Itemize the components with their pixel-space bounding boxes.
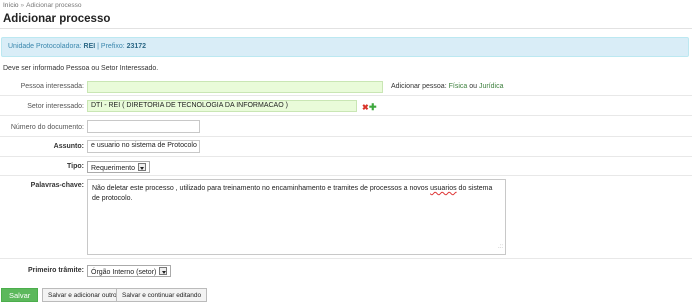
- pessoa-input[interactable]: [87, 81, 383, 93]
- row-tramite: Primeiro trâmite: Órgão Interno (setor): [0, 262, 692, 280]
- info-divider: |: [97, 43, 99, 50]
- chevron-down-icon: [137, 163, 146, 171]
- palavras-text-misspelled: usuarios: [430, 185, 457, 192]
- add-pessoa-fisica-link[interactable]: Física: [449, 83, 468, 90]
- palavras-textarea[interactable]: Não deletar este processo , utilizado pa…: [87, 179, 506, 255]
- row-pessoa: Pessoa interessada: Adicionar pessoa: Fí…: [0, 78, 692, 96]
- add-pessoa-juridica-link[interactable]: Jurídica: [479, 83, 504, 90]
- tipo-selected-value: Requerimento: [91, 165, 135, 172]
- pessoa-label: Pessoa interessada:: [20, 83, 84, 90]
- prefix-label: Prefixo:: [100, 43, 125, 50]
- row-assunto: Assunto: e usuario no sistema de Protoco…: [0, 138, 692, 157]
- setor-input[interactable]: DTI - REI ( DIRETORIA DE TECNOLOGIA DA I…: [87, 100, 357, 112]
- documento-label: Número do documento:: [10, 124, 84, 131]
- info-box: Unidade Protocoladora: REI | Prefixo: 23…: [1, 37, 689, 57]
- add-pessoa: Adicionar pessoa: Física ou Jurídica: [391, 83, 504, 90]
- page-title: Adicionar processo: [3, 13, 111, 25]
- tipo-label: Tipo:: [67, 163, 84, 170]
- assunto-label: Assunto:: [53, 143, 84, 150]
- unit-value: REI: [83, 43, 96, 50]
- prefix-value: 23172: [126, 43, 147, 50]
- documento-input[interactable]: [87, 120, 200, 133]
- breadcrumb-current: Adicionar processo: [26, 2, 82, 9]
- save-add-button[interactable]: Salvar e adicionar outro: [42, 288, 123, 302]
- tramite-label: Primeiro trâmite:: [27, 267, 84, 274]
- title-divider: [0, 28, 692, 29]
- add-pessoa-or: ou: [469, 83, 478, 90]
- assunto-input[interactable]: e usuario no sistema de Protocolo: [87, 140, 200, 153]
- breadcrumb-home-link[interactable]: Início: [3, 2, 19, 9]
- breadcrumb: Início» Adicionar processo: [3, 2, 81, 9]
- add-plus-icon[interactable]: ✚: [369, 103, 377, 112]
- save-button[interactable]: Salvar: [1, 288, 39, 302]
- row-setor: Setor interessado: DTI - REI ( DIRETORIA…: [0, 97, 692, 116]
- breadcrumb-separator: »: [20, 2, 25, 9]
- setor-label: Setor interessado:: [27, 103, 84, 110]
- row-tipo: Tipo: Requerimento: [0, 158, 692, 176]
- remove-x-icon[interactable]: ✖: [362, 104, 369, 112]
- palavras-label: Palavras-chave:: [30, 182, 84, 189]
- resize-grip-icon[interactable]: .::: [498, 242, 503, 252]
- tramite-select[interactable]: Órgão Interno (setor): [87, 265, 172, 277]
- chevron-down-icon: [159, 267, 168, 275]
- unit-label: Unidade Protocoladora:: [8, 43, 82, 50]
- save-continue-button[interactable]: Salvar e continuar editando: [116, 288, 208, 302]
- row-documento: Número do documento:: [0, 117, 692, 137]
- add-pessoa-label: Adicionar pessoa:: [391, 83, 447, 90]
- form-notice: Deve ser informado Pessoa ou Setor Inter…: [3, 65, 159, 72]
- tipo-select[interactable]: Requerimento: [87, 161, 150, 173]
- tramite-selected-value: Órgão Interno (setor): [91, 269, 157, 276]
- palavras-text-part1: Não deletar este processo , utilizado pa…: [92, 185, 431, 192]
